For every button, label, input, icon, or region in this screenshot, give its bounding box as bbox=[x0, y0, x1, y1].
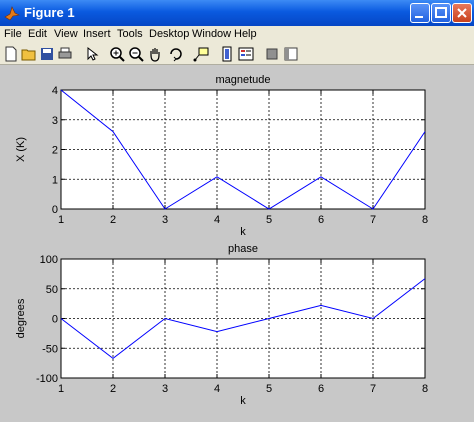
title-bar[interactable]: Figure 1 bbox=[0, 0, 474, 26]
menu-window[interactable]: Window bbox=[192, 28, 231, 40]
plot1-ytick-label: 4 bbox=[52, 85, 58, 97]
plot1-xtick-label: 6 bbox=[318, 214, 324, 226]
pan-hand-icon[interactable] bbox=[147, 46, 163, 62]
plot2-xtick-label: 4 bbox=[214, 383, 220, 395]
minimize-button[interactable] bbox=[410, 3, 430, 23]
plot2-ytick-label: -100 bbox=[36, 373, 58, 385]
close-button[interactable] bbox=[452, 3, 472, 23]
pointer-icon[interactable] bbox=[84, 46, 100, 62]
menu-file[interactable]: File bbox=[4, 28, 22, 40]
menu-tools[interactable]: Tools bbox=[117, 28, 143, 40]
plot2-title: phase bbox=[228, 243, 258, 255]
plot1-ytick-label: 2 bbox=[52, 145, 58, 157]
print-icon[interactable] bbox=[57, 46, 73, 62]
figure-canvas: 1 2 3 4 5 6 7 8 0 1 2 3 4 magnetude k X (K) 1 2 3 4 5 6 7 8 -100… bbox=[0, 65, 474, 417]
plot1-xtick-label: 4 bbox=[214, 214, 220, 226]
maximize-button[interactable] bbox=[431, 3, 451, 23]
plot1-xtick-label: 1 bbox=[58, 214, 64, 226]
plot2-xtick-label: 1 bbox=[58, 383, 64, 395]
open-folder-icon[interactable] bbox=[21, 46, 37, 62]
plot1-ytick-label: 3 bbox=[52, 115, 58, 127]
save-icon[interactable] bbox=[39, 46, 55, 62]
plot1-ytick-label: 0 bbox=[52, 204, 58, 216]
plot1-xtick-label: 7 bbox=[370, 214, 376, 226]
plot1-xtick-label: 2 bbox=[110, 214, 116, 226]
plot1-title: magnetude bbox=[215, 74, 270, 86]
close-icon bbox=[457, 8, 467, 18]
plot2-xtick-label: 3 bbox=[162, 383, 168, 395]
plot2-xtick-label: 8 bbox=[422, 383, 428, 395]
plot1-xtick-label: 5 bbox=[266, 214, 272, 226]
plot2-xtick-label: 2 bbox=[110, 383, 116, 395]
plot2-xtick-label: 6 bbox=[318, 383, 324, 395]
window-title: Figure 1 bbox=[24, 5, 75, 20]
plot2-ytick-label: 100 bbox=[40, 254, 58, 266]
plot2-xtick-label: 7 bbox=[370, 383, 376, 395]
data-cursor-icon[interactable] bbox=[193, 46, 209, 62]
show-plot-tools-icon[interactable] bbox=[283, 46, 299, 62]
rotate-3d-icon[interactable] bbox=[168, 46, 184, 62]
figure-toolbar bbox=[0, 44, 474, 65]
menu-bar: File Edit View Insert Tools Desktop Wind… bbox=[0, 26, 474, 44]
menu-desktop[interactable]: Desktop bbox=[149, 28, 189, 40]
plot1-xtick-label: 8 bbox=[422, 214, 428, 226]
matlab-logo-icon bbox=[4, 6, 20, 21]
plot2-xtick-label: 5 bbox=[266, 383, 272, 395]
plot1-xtick-label: 3 bbox=[162, 214, 168, 226]
minimize-icon bbox=[415, 16, 423, 18]
plot2-ytick-label: 50 bbox=[46, 284, 58, 296]
menu-edit[interactable]: Edit bbox=[28, 28, 47, 40]
zoom-out-icon[interactable] bbox=[128, 46, 144, 62]
plot2-ytick-label: 0 bbox=[52, 314, 58, 326]
maximize-icon bbox=[435, 7, 447, 18]
plot1-xlabel: k bbox=[240, 226, 246, 238]
plot1-ylabel: X (K) bbox=[15, 137, 27, 162]
menu-help[interactable]: Help bbox=[234, 28, 257, 40]
new-file-icon[interactable] bbox=[3, 46, 19, 62]
hide-plot-tools-icon[interactable] bbox=[264, 46, 280, 62]
menu-insert[interactable]: Insert bbox=[83, 28, 111, 40]
plot2-xlabel: k bbox=[240, 395, 246, 407]
figure-window: Figure 1 File Edit View Insert Tools Des… bbox=[0, 0, 474, 417]
plot2-ytick-label: -50 bbox=[42, 343, 58, 355]
plot1-ytick-label: 1 bbox=[52, 174, 58, 186]
plots-svg: 1 2 3 4 5 6 7 801234magnetudekX (K)1 2 3 4 5 6 7 8-100… bbox=[15, 74, 428, 407]
plot2-ylabel: degrees bbox=[15, 298, 27, 338]
zoom-in-icon[interactable] bbox=[109, 46, 125, 62]
legend-icon[interactable] bbox=[238, 46, 254, 62]
colorbar-icon[interactable] bbox=[219, 46, 235, 62]
menu-view[interactable]: View bbox=[54, 28, 78, 40]
